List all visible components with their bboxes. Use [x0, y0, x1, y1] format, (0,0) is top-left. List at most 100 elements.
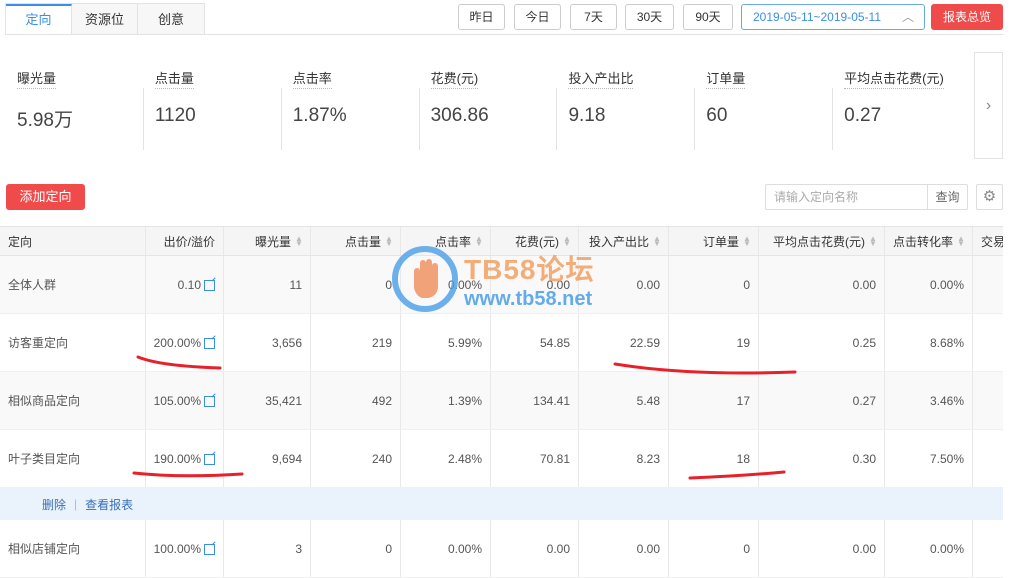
table-body: 全体人群 0.10 11 0 0.00% 0.00 0.00 0 0.00 0.00% 访客重定向 2…: [0, 256, 1027, 488]
table-cell: 219: [311, 314, 401, 371]
search-input[interactable]: [766, 185, 926, 209]
table-row: 叶子类目定向 190.00% 9,694 240 2.48% 70.81 8.23 18 0.3…: [0, 430, 1027, 488]
date-range-picker[interactable]: 2019-05-11~2019-05-11 ︿: [741, 4, 925, 30]
chevron-right-icon[interactable]: ›: [974, 52, 1003, 159]
add-targeting-button[interactable]: 添加定向: [6, 184, 85, 210]
edit-icon[interactable]: [204, 544, 215, 555]
table-cell: 8.68%: [885, 314, 973, 371]
col-avg-cpc[interactable]: 平均点击花费(元) ▲ ▼: [759, 227, 885, 255]
tab-targeting[interactable]: 定向: [6, 4, 72, 35]
metric-value: 1120: [154, 105, 196, 126]
table-cell: 0.00: [491, 520, 579, 577]
table-cell: 54.85: [491, 314, 579, 371]
table-cell: 叶子类目定向: [0, 430, 146, 487]
edit-icon[interactable]: [204, 454, 215, 465]
metric-label: 订单量: [706, 56, 746, 89]
table-cell[interactable]: 200.00%: [146, 314, 224, 371]
date-today-button[interactable]: 今日: [514, 4, 561, 30]
table-cell: 11: [224, 256, 311, 313]
sort-icon: ▲ ▼: [385, 234, 393, 248]
table-row: 全体人群 0.10 11 0 0.00% 0.00 0.00 0 0.00 0.00%: [0, 256, 1027, 314]
sort-icon: ▲ ▼: [869, 234, 877, 248]
col-roi[interactable]: 投入产出比 ▲ ▼: [579, 227, 669, 255]
sort-icon: ▲ ▼: [743, 234, 751, 248]
table-cell: 2.48%: [401, 430, 491, 487]
metric-avg-cpc: 平均点击花费(元) 0.27: [832, 56, 970, 156]
table-cell: 0.00: [579, 520, 669, 577]
search-button[interactable]: 查询: [927, 185, 967, 209]
table-cell: 0.00%: [885, 520, 973, 577]
table-cell: 9,694: [224, 430, 311, 487]
metric-label: 曝光量: [17, 56, 57, 89]
table-cell: 8.23: [579, 430, 669, 487]
table-cell: 0.27: [759, 372, 885, 429]
tab-resource-slot[interactable]: 资源位: [72, 4, 138, 35]
table-cell: 0.00%: [885, 256, 973, 313]
tab-creative[interactable]: 创意: [138, 4, 204, 35]
view-tabs: 定向 资源位 创意: [5, 3, 205, 35]
metric-value: 306.86: [430, 105, 489, 126]
table-cell: 0.25: [759, 314, 885, 371]
table-row: 相似商品定向 105.00% 35,421 492 1.39% 134.41 5.48 17 0…: [0, 372, 1027, 430]
table-cell[interactable]: 190.00%: [146, 430, 224, 487]
metric-roi: 投入产出比 9.18: [556, 56, 694, 156]
gear-icon[interactable]: ⚙: [976, 184, 1003, 210]
col-conversion[interactable]: 点击转化率 ▲ ▼: [885, 227, 973, 255]
table-cell: 0.00%: [401, 256, 491, 313]
targeting-table: 定向 出价/溢价 曝光量 ▲ ▼ 点击量 ▲ ▼ 点击率 ▲ ▼ 花费(元) ▲ ▼ 投入产出比…: [0, 226, 1027, 578]
view-report-link[interactable]: 查看报表: [85, 496, 133, 513]
table-cell: 17: [669, 372, 759, 429]
table-cell: 0: [311, 256, 401, 313]
chevron-up-icon: ︿: [901, 10, 914, 24]
table-cell: 70.81: [491, 430, 579, 487]
sort-icon: ▲ ▼: [563, 234, 571, 248]
sort-icon: ▲ ▼: [295, 234, 303, 248]
edit-icon[interactable]: [204, 396, 215, 407]
table-cell[interactable]: 105.00%: [146, 372, 224, 429]
table-cell: 0: [669, 520, 759, 577]
col-orders[interactable]: 订单量 ▲ ▼: [669, 227, 759, 255]
table-cell: 相似店铺定向: [0, 520, 146, 577]
metric-value: 5.98万: [17, 110, 73, 131]
report-overview-button[interactable]: 报表总览: [931, 4, 1003, 30]
sort-icon: ▲ ▼: [957, 234, 965, 248]
date-30days-button[interactable]: 30天: [625, 4, 674, 30]
table-cell: 134.41: [491, 372, 579, 429]
sort-icon: ▲ ▼: [653, 234, 661, 248]
metric-label: 花费(元): [430, 56, 479, 89]
table-cell[interactable]: 100.00%: [146, 520, 224, 577]
table-last-row-wrap: 相似店铺定向 100.00% 3 0 0.00% 0.00 0.00 0 0.00 0.00%: [0, 520, 1027, 578]
table-cell: 3,656: [224, 314, 311, 371]
table-cell: 3: [224, 520, 311, 577]
metric-clicks: 点击量 1120: [142, 56, 281, 156]
table-cell: 18: [669, 430, 759, 487]
metric-label: 投入产出比: [568, 56, 634, 89]
table-cell: 0.30: [759, 430, 885, 487]
date-7days-button[interactable]: 7天: [570, 4, 617, 30]
col-cost[interactable]: 花费(元) ▲ ▼: [491, 227, 579, 255]
table-cell[interactable]: 0.10: [146, 256, 224, 313]
divider: |: [74, 497, 78, 511]
col-clicks[interactable]: 点击量 ▲ ▼: [311, 227, 401, 255]
col-impressions[interactable]: 曝光量 ▲ ▼: [224, 227, 311, 255]
table-cell: 7.50%: [885, 430, 973, 487]
col-ctr[interactable]: 点击率 ▲ ▼: [401, 227, 491, 255]
date-90days-button[interactable]: 90天: [683, 4, 733, 30]
delete-link[interactable]: 删除: [42, 496, 66, 513]
edit-icon[interactable]: [204, 338, 215, 349]
table-cell: 3.46%: [885, 372, 973, 429]
metric-ctr: 点击率 1.87%: [280, 56, 419, 156]
metrics-summary: 曝光量 5.98万 点击量 1120 点击率 1.87% 花费(元) 306.86 投入…: [5, 56, 970, 156]
date-yesterday-button[interactable]: 昨日: [458, 4, 505, 30]
table-cell: 0.00: [579, 256, 669, 313]
metric-value: 9.18: [568, 105, 606, 126]
row-actions: 删除 | 查看报表: [0, 488, 1027, 520]
table-row: 访客重定向 200.00% 3,656 219 5.99% 54.85 22.59 19 0.2…: [0, 314, 1027, 372]
table-cell: 5.48: [579, 372, 669, 429]
table-header: 定向 出价/溢价 曝光量 ▲ ▼ 点击量 ▲ ▼ 点击率 ▲ ▼ 花费(元) ▲ ▼ 投入产出比…: [0, 226, 1027, 256]
table-cell: 492: [311, 372, 401, 429]
table-cell: 0.00: [759, 256, 885, 313]
table-cell: 1.39%: [401, 372, 491, 429]
table-row: 相似店铺定向 100.00% 3 0 0.00% 0.00 0.00 0 0.00 0.00%: [0, 520, 1027, 578]
edit-icon[interactable]: [204, 280, 215, 291]
